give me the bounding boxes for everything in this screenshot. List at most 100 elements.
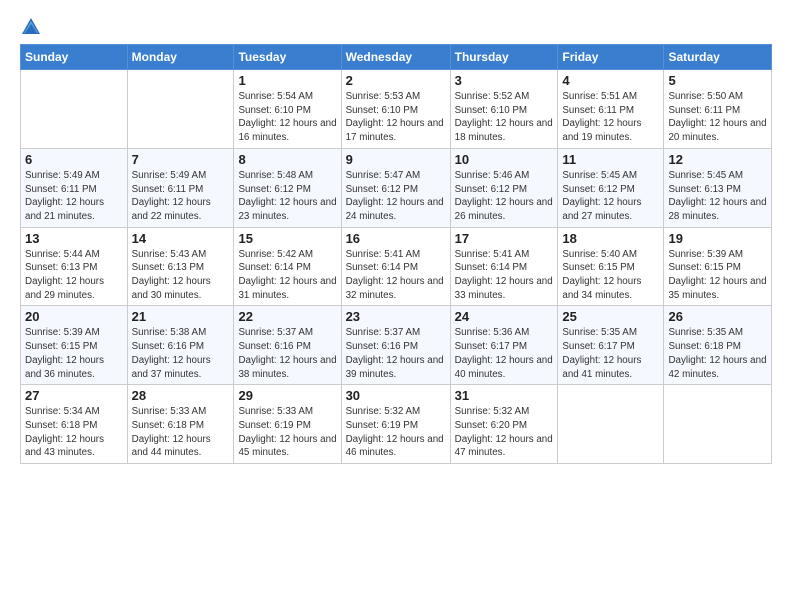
column-header-tuesday: Tuesday: [234, 45, 341, 70]
day-info: Sunrise: 5:39 AMSunset: 6:15 PMDaylight:…: [25, 326, 123, 381]
header-row: SundayMondayTuesdayWednesdayThursdayFrid…: [21, 45, 772, 70]
day-number: 18: [562, 231, 659, 246]
week-row-5: 27 Sunrise: 5:34 AMSunset: 6:18 PMDayligh…: [21, 385, 772, 464]
day-info: Sunrise: 5:37 AMSunset: 6:16 PMDaylight:…: [238, 326, 336, 381]
calendar-cell: 20 Sunrise: 5:39 AMSunset: 6:15 PMDayligh…: [21, 306, 128, 385]
day-number: 28: [132, 388, 230, 403]
calendar-cell: 13 Sunrise: 5:44 AMSunset: 6:13 PMDayligh…: [21, 227, 128, 306]
calendar-cell: 27 Sunrise: 5:34 AMSunset: 6:18 PMDayligh…: [21, 385, 128, 464]
day-number: 23: [346, 309, 446, 324]
calendar-cell: 1Sunrise: 5:54 AMSunset: 6:10 PMDaylight…: [234, 70, 341, 149]
day-info: Sunrise: 5:33 AMSunset: 6:19 PMDaylight:…: [238, 405, 336, 460]
logo-icon: [20, 16, 42, 38]
calendar-cell: 5 Sunrise: 5:50 AMSunset: 6:11 PMDaylight…: [664, 70, 772, 149]
day-info: Sunrise: 5:34 AMSunset: 6:18 PMDaylight:…: [25, 405, 123, 460]
calendar-cell: 4 Sunrise: 5:51 AMSunset: 6:11 PMDaylight…: [558, 70, 664, 149]
day-number: 20: [25, 309, 123, 324]
calendar-cell: 18 Sunrise: 5:40 AMSunset: 6:15 PMDayligh…: [558, 227, 664, 306]
day-number: 19: [668, 231, 767, 246]
day-number: 15: [238, 231, 336, 246]
calendar-cell: 2Sunrise: 5:53 AMSunset: 6:10 PMDaylight…: [341, 70, 450, 149]
calendar-cell: [21, 70, 128, 149]
week-row-1: 1Sunrise: 5:54 AMSunset: 6:10 PMDaylight…: [21, 70, 772, 149]
day-info: Sunrise: 5:44 AMSunset: 6:13 PMDaylight:…: [25, 248, 123, 303]
day-info: Sunrise: 5:43 AMSunset: 6:13 PMDaylight:…: [132, 248, 230, 303]
day-info: Sunrise: 5:37 AMSunset: 6:16 PMDaylight:…: [346, 326, 446, 381]
calendar-cell: 29 Sunrise: 5:33 AMSunset: 6:19 PMDayligh…: [234, 385, 341, 464]
calendar-cell: 6Sunrise: 5:49 AMSunset: 6:11 PMDaylight…: [21, 148, 128, 227]
day-number: 27: [25, 388, 123, 403]
day-number: 31: [455, 388, 554, 403]
day-info: Sunrise: 5:45 AMSunset: 6:12 PMDaylight:…: [562, 169, 659, 224]
day-number: 13: [25, 231, 123, 246]
calendar-cell: 19 Sunrise: 5:39 AMSunset: 6:15 PMDayligh…: [664, 227, 772, 306]
day-info: Sunrise: 5:48 AMSunset: 6:12 PMDaylight:…: [238, 169, 336, 224]
day-number: 22: [238, 309, 336, 324]
day-info: Sunrise: 5:41 AMSunset: 6:14 PMDaylight:…: [346, 248, 446, 303]
column-header-sunday: Sunday: [21, 45, 128, 70]
day-number: 24: [455, 309, 554, 324]
calendar-cell: 14 Sunrise: 5:43 AMSunset: 6:13 PMDayligh…: [127, 227, 234, 306]
calendar-cell: 15 Sunrise: 5:42 AMSunset: 6:14 PMDayligh…: [234, 227, 341, 306]
day-info: Sunrise: 5:46 AMSunset: 6:12 PMDaylight:…: [455, 169, 554, 224]
day-number: 4: [562, 73, 659, 88]
calendar-cell: 7Sunrise: 5:49 AMSunset: 6:11 PMDaylight…: [127, 148, 234, 227]
day-info: Sunrise: 5:49 AMSunset: 6:11 PMDaylight:…: [132, 169, 230, 224]
calendar-cell: 12 Sunrise: 5:45 AMSunset: 6:13 PMDayligh…: [664, 148, 772, 227]
day-info: Sunrise: 5:32 AMSunset: 6:20 PMDaylight:…: [455, 405, 554, 460]
calendar-cell: 24Sunrise: 5:36 AMSunset: 6:17 PMDayligh…: [450, 306, 558, 385]
calendar-cell: 8 Sunrise: 5:48 AMSunset: 6:12 PMDaylight…: [234, 148, 341, 227]
column-header-saturday: Saturday: [664, 45, 772, 70]
calendar: SundayMondayTuesdayWednesdayThursdayFrid…: [20, 44, 772, 464]
day-number: 29: [238, 388, 336, 403]
day-info: Sunrise: 5:49 AMSunset: 6:11 PMDaylight:…: [25, 169, 123, 224]
day-info: Sunrise: 5:51 AMSunset: 6:11 PMDaylight:…: [562, 90, 659, 145]
day-number: 3: [455, 73, 554, 88]
week-row-2: 6Sunrise: 5:49 AMSunset: 6:11 PMDaylight…: [21, 148, 772, 227]
column-header-friday: Friday: [558, 45, 664, 70]
day-number: 16: [346, 231, 446, 246]
day-info: Sunrise: 5:45 AMSunset: 6:13 PMDaylight:…: [668, 169, 767, 224]
day-number: 14: [132, 231, 230, 246]
calendar-cell: 9 Sunrise: 5:47 AMSunset: 6:12 PMDaylight…: [341, 148, 450, 227]
day-number: 17: [455, 231, 554, 246]
calendar-cell: 25 Sunrise: 5:35 AMSunset: 6:17 PMDayligh…: [558, 306, 664, 385]
calendar-cell: 21Sunrise: 5:38 AMSunset: 6:16 PMDayligh…: [127, 306, 234, 385]
day-info: Sunrise: 5:41 AMSunset: 6:14 PMDaylight:…: [455, 248, 554, 303]
day-info: Sunrise: 5:40 AMSunset: 6:15 PMDaylight:…: [562, 248, 659, 303]
day-info: Sunrise: 5:47 AMSunset: 6:12 PMDaylight:…: [346, 169, 446, 224]
calendar-cell: 10 Sunrise: 5:46 AMSunset: 6:12 PMDayligh…: [450, 148, 558, 227]
column-header-wednesday: Wednesday: [341, 45, 450, 70]
calendar-cell: 30Sunrise: 5:32 AMSunset: 6:19 PMDayligh…: [341, 385, 450, 464]
column-header-monday: Monday: [127, 45, 234, 70]
day-number: 25: [562, 309, 659, 324]
day-info: Sunrise: 5:42 AMSunset: 6:14 PMDaylight:…: [238, 248, 336, 303]
calendar-cell: 28Sunrise: 5:33 AMSunset: 6:18 PMDayligh…: [127, 385, 234, 464]
week-row-3: 13 Sunrise: 5:44 AMSunset: 6:13 PMDayligh…: [21, 227, 772, 306]
calendar-cell: 16 Sunrise: 5:41 AMSunset: 6:14 PMDayligh…: [341, 227, 450, 306]
day-info: Sunrise: 5:35 AMSunset: 6:17 PMDaylight:…: [562, 326, 659, 381]
day-info: Sunrise: 5:39 AMSunset: 6:15 PMDaylight:…: [668, 248, 767, 303]
calendar-cell: [664, 385, 772, 464]
day-info: Sunrise: 5:32 AMSunset: 6:19 PMDaylight:…: [346, 405, 446, 460]
calendar-cell: 26Sunrise: 5:35 AMSunset: 6:18 PMDayligh…: [664, 306, 772, 385]
day-number: 5: [668, 73, 767, 88]
day-number: 8: [238, 152, 336, 167]
calendar-cell: 23 Sunrise: 5:37 AMSunset: 6:16 PMDayligh…: [341, 306, 450, 385]
day-info: Sunrise: 5:52 AMSunset: 6:10 PMDaylight:…: [455, 90, 554, 145]
day-info: Sunrise: 5:50 AMSunset: 6:11 PMDaylight:…: [668, 90, 767, 145]
calendar-cell: 17 Sunrise: 5:41 AMSunset: 6:14 PMDayligh…: [450, 227, 558, 306]
calendar-cell: 22 Sunrise: 5:37 AMSunset: 6:16 PMDayligh…: [234, 306, 341, 385]
column-header-thursday: Thursday: [450, 45, 558, 70]
day-info: Sunrise: 5:54 AMSunset: 6:10 PMDaylight:…: [238, 90, 336, 145]
logo: [20, 16, 46, 38]
page: SundayMondayTuesdayWednesdayThursdayFrid…: [0, 0, 792, 612]
day-number: 26: [668, 309, 767, 324]
day-number: 10: [455, 152, 554, 167]
day-info: Sunrise: 5:53 AMSunset: 6:10 PMDaylight:…: [346, 90, 446, 145]
day-number: 12: [668, 152, 767, 167]
day-info: Sunrise: 5:38 AMSunset: 6:16 PMDaylight:…: [132, 326, 230, 381]
day-number: 9: [346, 152, 446, 167]
calendar-cell: 3 Sunrise: 5:52 AMSunset: 6:10 PMDaylight…: [450, 70, 558, 149]
calendar-cell: 31 Sunrise: 5:32 AMSunset: 6:20 PMDayligh…: [450, 385, 558, 464]
